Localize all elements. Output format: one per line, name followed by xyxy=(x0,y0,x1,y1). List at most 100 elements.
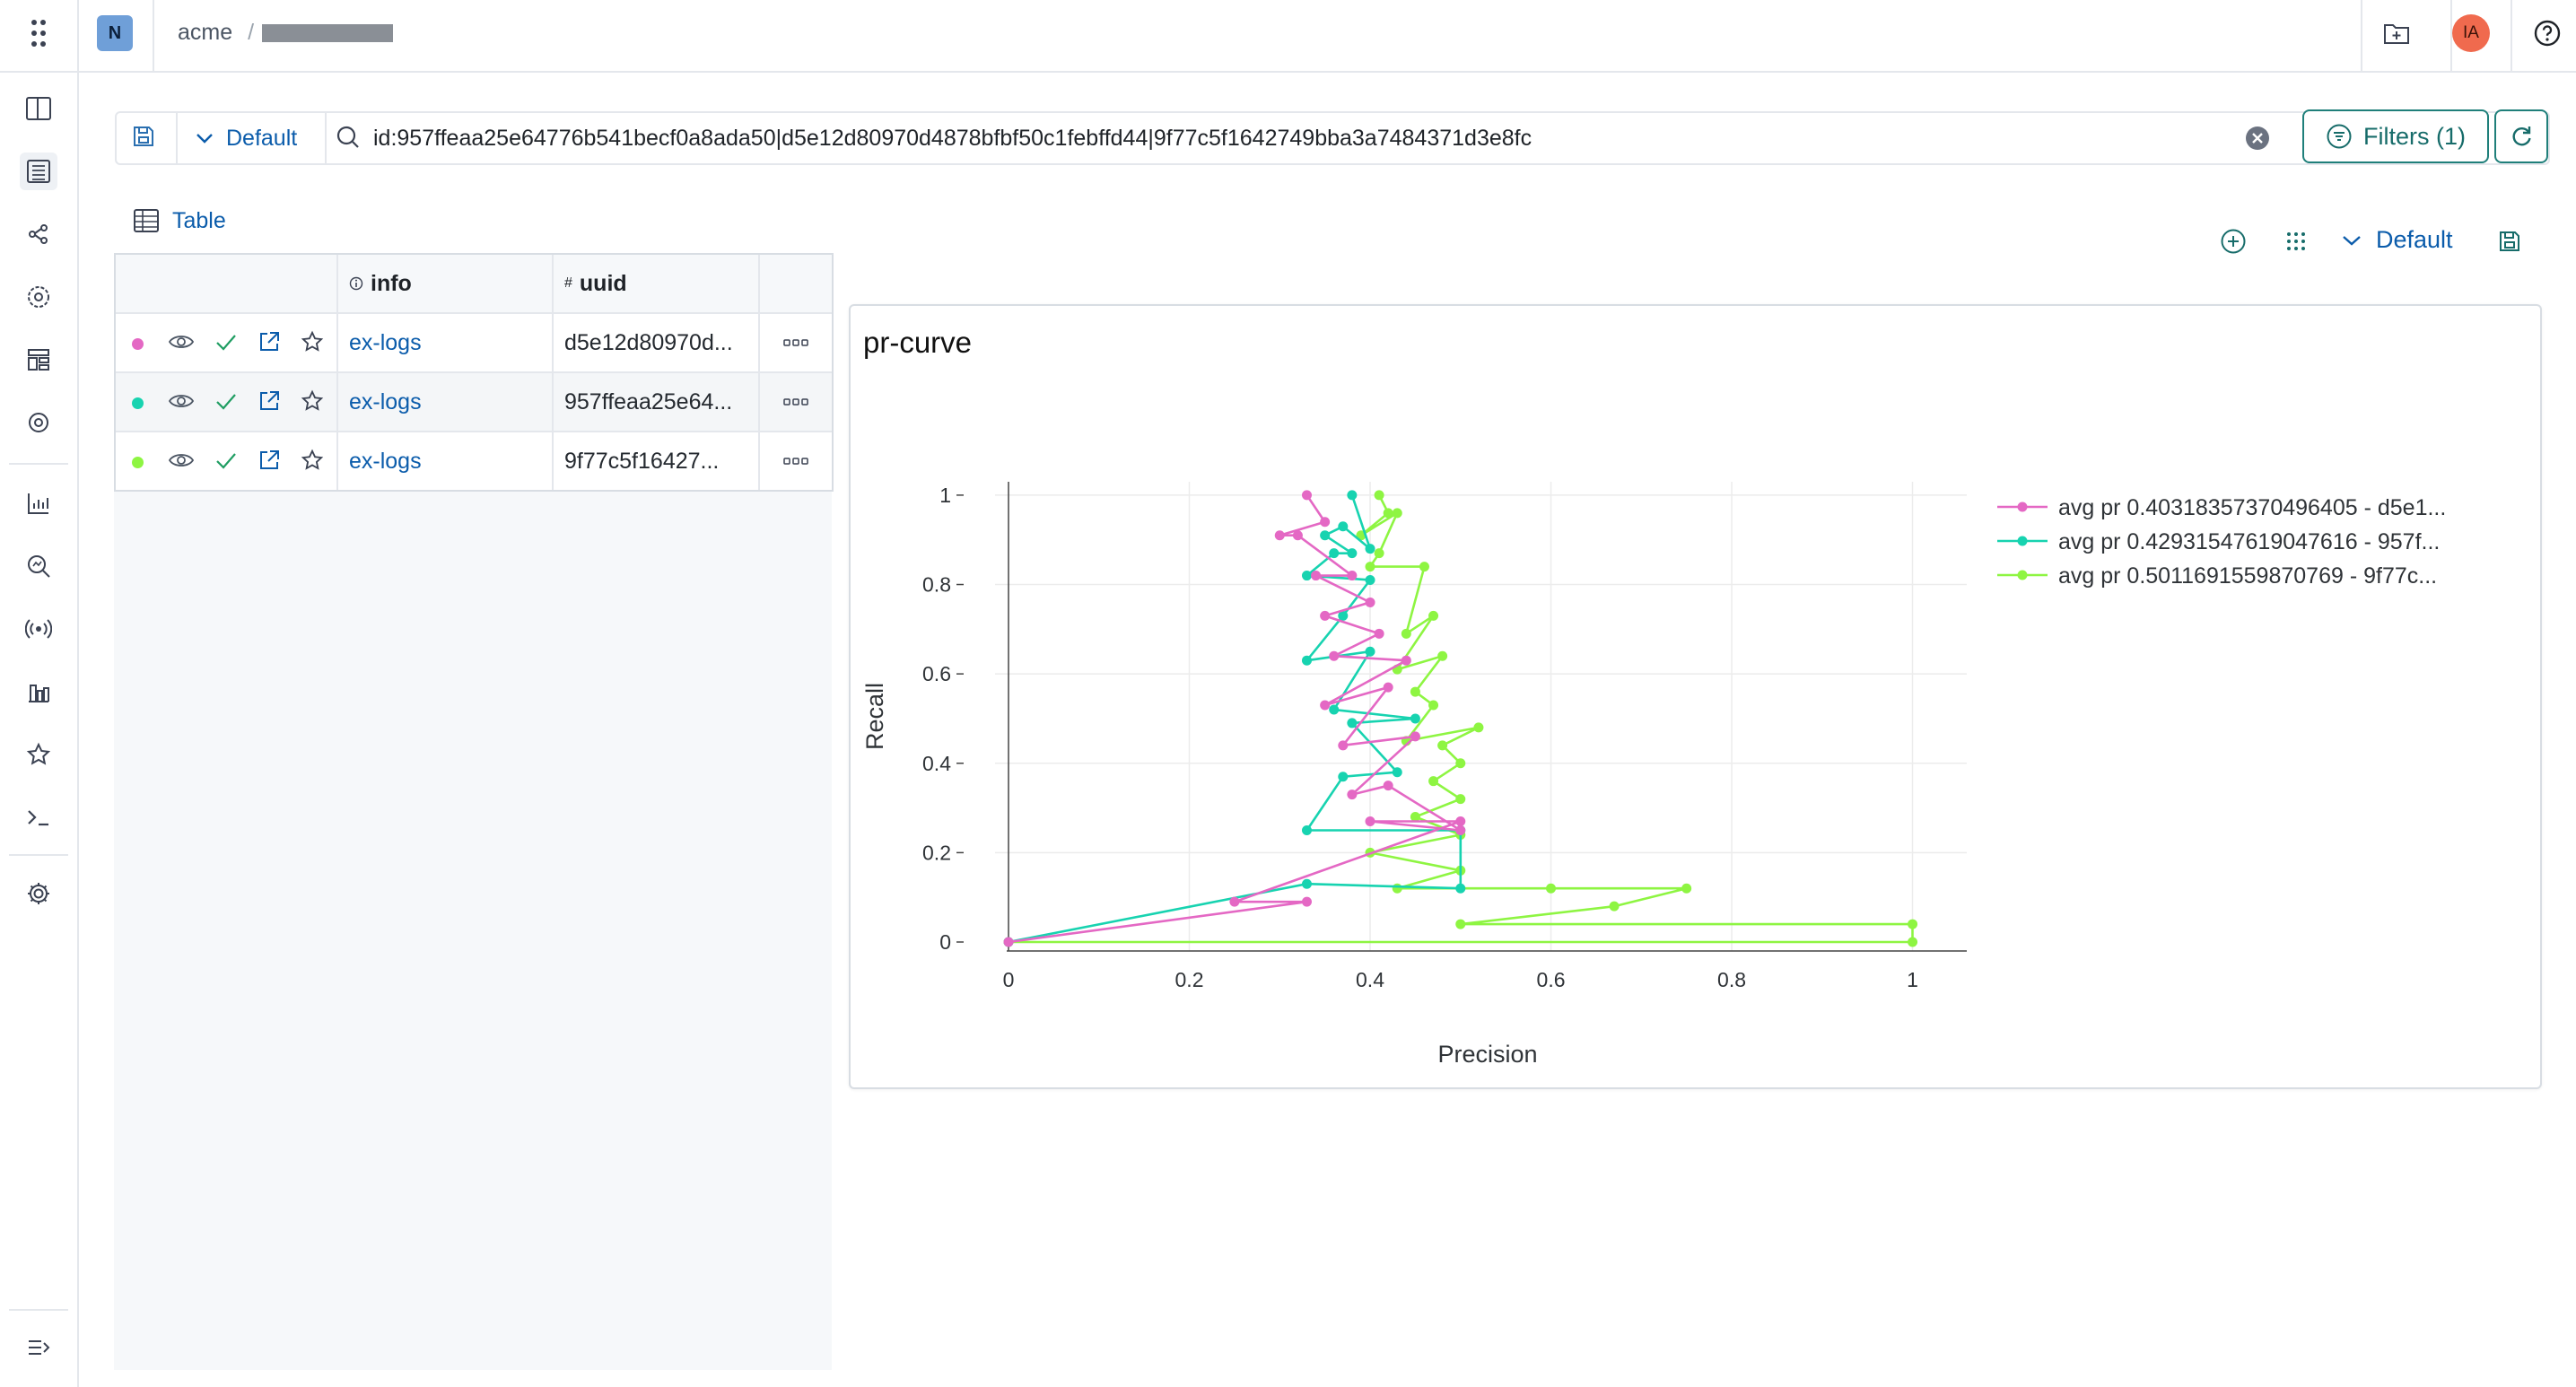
data-point[interactable] xyxy=(1455,883,1466,894)
data-point[interactable] xyxy=(1329,704,1340,715)
filters-button[interactable]: Filters (1) xyxy=(2302,109,2489,163)
star-icon[interactable] xyxy=(301,389,324,413)
more-options-icon[interactable] xyxy=(782,457,809,466)
refresh-button[interactable] xyxy=(2494,109,2548,163)
data-point[interactable] xyxy=(1320,700,1331,711)
legend-entry[interactable]: avg pr 0.42931547619047616 - 957f... xyxy=(2058,529,2440,554)
eye-icon[interactable] xyxy=(168,449,195,471)
data-point[interactable] xyxy=(1383,781,1393,791)
data-point[interactable] xyxy=(1410,713,1420,724)
data-point[interactable] xyxy=(1473,722,1484,733)
data-point[interactable] xyxy=(1274,530,1285,541)
data-point[interactable] xyxy=(1410,731,1420,742)
data-point[interactable] xyxy=(1392,508,1402,519)
data-point[interactable] xyxy=(1347,789,1358,800)
data-point[interactable] xyxy=(1546,883,1557,894)
data-point[interactable] xyxy=(1229,896,1240,907)
data-point[interactable] xyxy=(1311,571,1322,581)
data-point[interactable] xyxy=(1365,597,1375,607)
data-point[interactable] xyxy=(1347,548,1358,559)
check-icon[interactable] xyxy=(214,449,238,471)
data-point[interactable] xyxy=(1410,686,1420,697)
more-options-icon[interactable] xyxy=(782,338,809,347)
data-point[interactable] xyxy=(1455,758,1466,769)
run-color-dot[interactable] xyxy=(132,457,144,468)
save-view-icon[interactable] xyxy=(126,118,162,154)
data-point[interactable] xyxy=(1401,655,1411,666)
chart-view-selector[interactable]: Default xyxy=(2342,226,2453,254)
legend-entry[interactable]: avg pr 0.40318357370496405 - d5e1... xyxy=(2058,495,2446,520)
data-point[interactable] xyxy=(1428,776,1439,787)
data-point[interactable] xyxy=(1301,824,1312,835)
new-folder-icon[interactable] xyxy=(2378,14,2415,52)
data-point[interactable] xyxy=(1455,794,1466,805)
data-point[interactable] xyxy=(1428,610,1439,621)
column-header-uuid[interactable]: # uuid xyxy=(554,255,760,312)
data-point[interactable] xyxy=(1347,571,1358,581)
pr-curve-chart[interactable]: 0 0.2 0.4 0.6 0.8 1 0 0.2 0.4 0.6 0.8 1 Precision Rec… xyxy=(851,306,2540,1087)
run-name-link[interactable]: ex-logs xyxy=(349,389,422,415)
data-point[interactable] xyxy=(1383,682,1393,693)
help-icon[interactable] xyxy=(2528,14,2566,52)
data-point[interactable] xyxy=(1301,655,1312,666)
data-point[interactable] xyxy=(1374,628,1384,639)
clear-search-icon[interactable] xyxy=(2243,124,2272,153)
data-point[interactable] xyxy=(1301,490,1312,501)
data-point[interactable] xyxy=(1301,896,1312,907)
data-point[interactable] xyxy=(1301,571,1312,581)
data-point[interactable] xyxy=(1908,937,1918,947)
reports-icon[interactable] xyxy=(20,673,57,711)
run-color-dot[interactable] xyxy=(132,397,144,409)
data-point[interactable] xyxy=(1455,816,1466,827)
data-point[interactable] xyxy=(1301,878,1312,889)
data-point[interactable] xyxy=(1681,883,1692,894)
data-point[interactable] xyxy=(1455,824,1466,835)
data-point[interactable] xyxy=(1338,740,1349,751)
data-point[interactable] xyxy=(1329,548,1340,559)
run-name-link[interactable]: ex-logs xyxy=(349,330,422,356)
open-external-icon[interactable] xyxy=(258,449,281,472)
data-point[interactable] xyxy=(1320,517,1331,528)
column-header-info[interactable]: info xyxy=(338,255,554,312)
expand-sidebar-icon[interactable] xyxy=(20,1329,57,1366)
check-icon[interactable] xyxy=(214,390,238,412)
data-point[interactable] xyxy=(1365,816,1375,827)
add-chart-icon[interactable] xyxy=(2214,222,2252,260)
run-color-dot[interactable] xyxy=(132,338,144,350)
more-options-icon[interactable] xyxy=(782,397,809,406)
data-point[interactable] xyxy=(1347,490,1358,501)
data-point[interactable] xyxy=(1365,544,1375,554)
data-point[interactable] xyxy=(1383,508,1393,519)
data-point[interactable] xyxy=(1292,530,1303,541)
settings-icon[interactable] xyxy=(20,875,57,912)
data-point[interactable] xyxy=(1455,919,1466,929)
eye-icon[interactable] xyxy=(168,331,195,353)
user-avatar[interactable]: IA xyxy=(2452,14,2490,52)
data-point[interactable] xyxy=(1908,919,1918,929)
data-point[interactable] xyxy=(1437,740,1448,751)
data-point[interactable] xyxy=(1365,562,1375,572)
table-row[interactable]: ex-logs d5e12d80970d... xyxy=(116,314,832,373)
explore-icon[interactable] xyxy=(20,547,57,585)
data-point[interactable] xyxy=(1320,610,1331,621)
open-external-icon[interactable] xyxy=(258,330,281,353)
series-line[interactable] xyxy=(1008,494,1462,944)
data-point[interactable] xyxy=(1365,575,1375,586)
data-point[interactable] xyxy=(1609,901,1620,912)
charts-icon[interactable] xyxy=(20,484,57,522)
data-point[interactable] xyxy=(1347,718,1358,728)
table-row[interactable]: ex-logs 957ffeaa25e64... xyxy=(116,373,832,432)
star-icon[interactable] xyxy=(301,449,324,472)
models-icon[interactable] xyxy=(20,278,57,316)
data-point[interactable] xyxy=(1374,548,1384,559)
search-input[interactable]: id:957ffeaa25e64776b541becf0a8ada50|d5e1… xyxy=(373,126,1532,152)
legend-entry[interactable]: avg pr 0.5011691559870769 - 9f77c... xyxy=(2058,563,2437,589)
data-point[interactable] xyxy=(1419,562,1429,572)
broadcast-icon[interactable] xyxy=(20,610,57,648)
open-external-icon[interactable] xyxy=(258,389,281,413)
table-row[interactable]: ex-logs 9f77c5f16427... xyxy=(116,432,832,490)
star-icon[interactable] xyxy=(20,736,57,773)
breadcrumb-org[interactable]: acme xyxy=(178,20,232,45)
save-chart-view-icon[interactable] xyxy=(2491,222,2528,260)
run-name-link[interactable]: ex-logs xyxy=(349,449,422,475)
